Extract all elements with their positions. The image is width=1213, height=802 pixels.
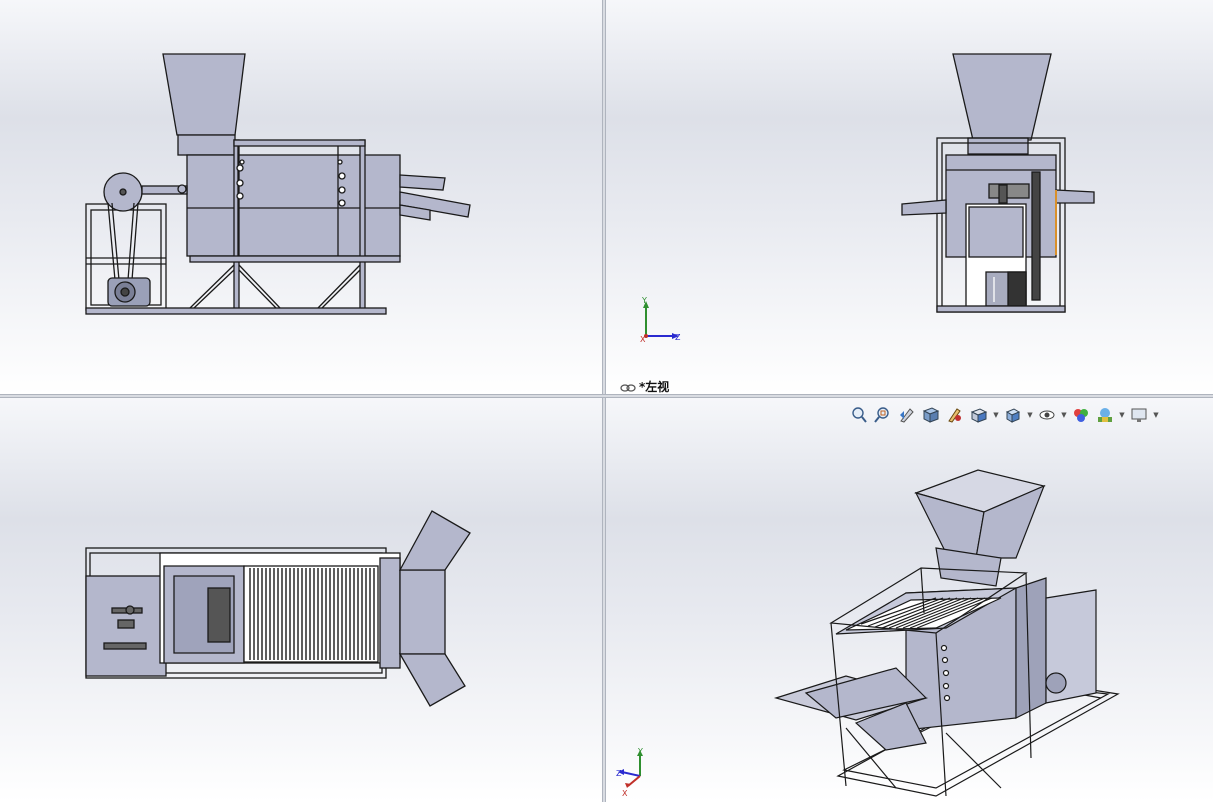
viewport-left[interactable]: Y Z X [606, 0, 1213, 394]
triad-x-label: X [640, 335, 646, 344]
belt [1031, 171, 1041, 301]
view-settings-icon[interactable] [1128, 404, 1150, 426]
zoom-to-fit-icon[interactable] [848, 404, 870, 426]
hopper [952, 53, 1052, 141]
section-view-icon[interactable] [920, 404, 942, 426]
view-name: *左视 [639, 380, 670, 394]
viewport-divider-vertical[interactable] [602, 0, 606, 802]
iso-triad-y-label: Y [637, 747, 643, 756]
zoom-to-area-icon[interactable] [872, 404, 894, 426]
front-view-drawing [85, 53, 471, 315]
active-view-label: *左视 [620, 378, 669, 395]
axis-triad [643, 301, 679, 339]
left-view-drawing: Y Z X [640, 53, 1095, 344]
viewport-isometric[interactable]: Y Z X [606, 398, 1213, 802]
viewport-top[interactable] [0, 398, 602, 802]
triad-y-label: Y [641, 296, 647, 305]
apply-scene-icon[interactable] [1094, 404, 1116, 426]
edit-appearance-icon[interactable] [1070, 404, 1092, 426]
link-icon [620, 382, 636, 392]
triad-z-label: Z [675, 333, 681, 342]
view-orientation-icon[interactable] [968, 404, 990, 426]
view-settings-dropdown[interactable]: ▼ [1152, 404, 1160, 426]
base-rail [85, 307, 387, 315]
hide-show-dropdown[interactable]: ▼ [1060, 404, 1068, 426]
dynamic-annotation-icon[interactable] [944, 404, 966, 426]
viewport-divider-horizontal[interactable] [0, 394, 1213, 398]
viewport-front[interactable] [0, 0, 602, 394]
apply-scene-dropdown[interactable]: ▼ [1118, 404, 1126, 426]
viewport-grid: Y Z X *左视 Y Z X ▼ ▼ ▼ ▼ ▼ [0, 0, 1213, 802]
hopper [162, 53, 246, 136]
isometric-view-drawing: Y Z X [616, 469, 1120, 798]
display-style-dropdown[interactable]: ▼ [1026, 404, 1034, 426]
display-style-icon[interactable] [1002, 404, 1024, 426]
top-view-drawing [85, 510, 471, 707]
view-orientation-dropdown[interactable]: ▼ [992, 404, 1000, 426]
previous-view-icon[interactable] [896, 404, 918, 426]
hide-show-items-icon[interactable] [1036, 404, 1058, 426]
iso-triad-z-label: Z [616, 769, 622, 778]
iso-triad-x-label: X [622, 789, 628, 798]
heads-up-view-toolbar: ▼ ▼ ▼ ▼ ▼ [848, 404, 1160, 426]
main-body [186, 154, 401, 257]
